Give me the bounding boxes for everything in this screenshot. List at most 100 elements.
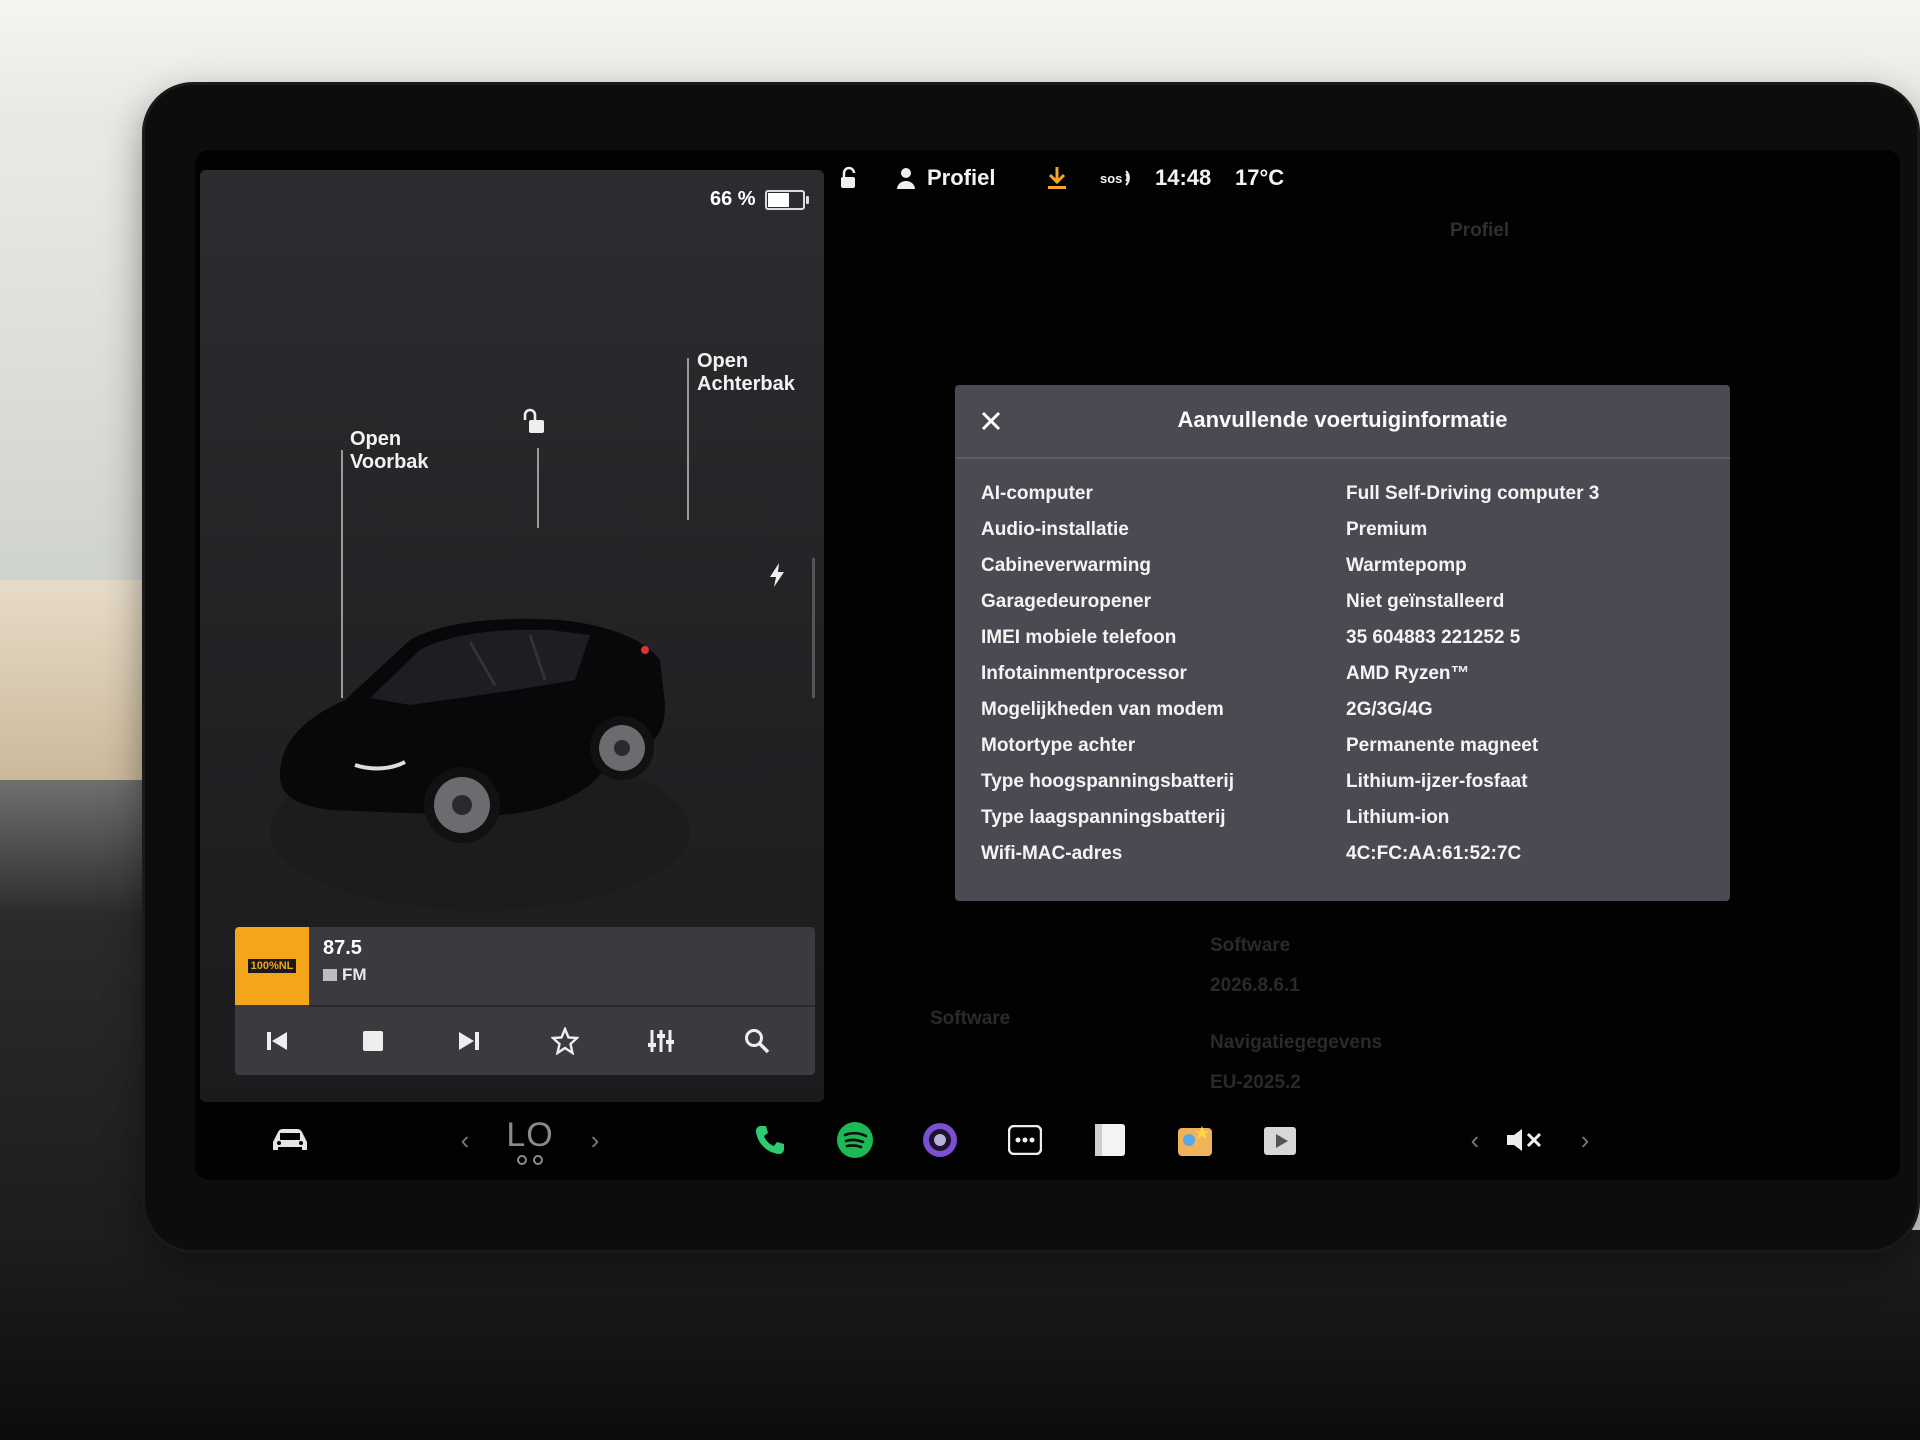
seat-heater-icon <box>517 1154 543 1165</box>
open-trunk-button[interactable]: Open Achterbak <box>697 350 795 396</box>
person-icon <box>897 168 915 189</box>
info-label: Type laagspanningsbatterij <box>981 807 1226 828</box>
previous-button[interactable] <box>257 1021 297 1061</box>
camera-button[interactable] <box>915 1110 965 1170</box>
notes-button[interactable] <box>1085 1110 1135 1170</box>
info-row: Garagedeuropener Niet geïnstalleerd <box>981 591 1711 621</box>
info-row: Audio-installatie Premium <box>981 519 1711 549</box>
info-row: AI-computer Full Self-Driving computer 3 <box>981 483 1711 513</box>
climate-decrease-button[interactable]: ‹ <box>450 1110 480 1170</box>
climate-temp: LO <box>506 1115 554 1154</box>
search-button[interactable] <box>737 1021 777 1061</box>
info-label: Garagedeuropener <box>981 591 1151 612</box>
volume-increase-button[interactable]: › <box>1570 1110 1600 1170</box>
trunk-pointer-line <box>687 358 689 520</box>
vehicle-info-dialog: Aanvullende voertuiginformatie AI-comput… <box>955 385 1730 901</box>
battery-percent: 66 % <box>710 188 756 210</box>
toybox-button[interactable] <box>1170 1110 1220 1170</box>
info-label: IMEI mobiele telefoon <box>981 627 1177 648</box>
favorite-button[interactable] <box>545 1021 585 1061</box>
next-button[interactable] <box>449 1021 489 1061</box>
more-apps-button[interactable] <box>1000 1110 1050 1170</box>
ghost-profile-label: Profiel <box>1450 220 1510 241</box>
lock-pointer-line <box>537 448 539 528</box>
info-value: 35 604883 221252 5 <box>1346 627 1521 648</box>
media-divider <box>309 1005 815 1007</box>
station-logo[interactable]: 100%NL <box>235 927 309 1005</box>
phone-button[interactable] <box>745 1110 795 1170</box>
info-label: Type hoogspanningsbatterij <box>981 771 1234 792</box>
info-row: Type laagspanningsbatterij Lithium-ion <box>981 807 1711 837</box>
media-player[interactable]: 100%NL 87.5 FM <box>235 927 815 1075</box>
profile-button[interactable]: Profiel <box>895 158 995 198</box>
stop-icon <box>363 1031 383 1051</box>
spotify-button[interactable] <box>830 1110 880 1170</box>
info-label: Cabineverwarming <box>981 555 1151 576</box>
battery-fill <box>768 193 789 207</box>
frunk-label-line2: Voorbak <box>350 451 429 473</box>
unlock-icon[interactable] <box>520 406 550 441</box>
signal-icon <box>1125 170 1131 186</box>
touchscreen: Profiel Software 2026.8.6.1 Navigatiegeg… <box>195 150 1900 1180</box>
sos-indicator[interactable]: sos <box>1100 158 1138 198</box>
info-label: Motortype achter <box>981 735 1136 756</box>
info-row: Motortype achter Permanente magneet <box>981 735 1711 765</box>
info-label: Mogelijkheden van modem <box>981 699 1224 720</box>
trunk-label-line1: Open <box>697 350 749 372</box>
info-value: Lithium-ion <box>1346 807 1450 828</box>
info-value: 2G/3G/4G <box>1346 699 1433 720</box>
info-row: Cabineverwarming Warmtepomp <box>981 555 1711 585</box>
info-value: Permanente magneet <box>1346 735 1539 756</box>
equalizer-icon <box>648 1030 674 1052</box>
info-value: Warmtepomp <box>1346 555 1467 576</box>
info-value: Niet geïnstalleerd <box>1346 591 1505 612</box>
battery-icon <box>765 190 809 210</box>
open-frunk-button[interactable]: Open Voorbak <box>350 428 429 474</box>
info-row: Mogelijkheden van modem 2G/3G/4G <box>981 699 1711 729</box>
info-label: Infotainmentprocessor <box>981 663 1187 684</box>
climate-increase-button[interactable]: › <box>580 1110 610 1170</box>
info-value: AMD Ryzen™ <box>1346 663 1470 684</box>
sos-label: sos <box>1100 170 1123 186</box>
stop-button[interactable] <box>353 1021 393 1061</box>
toybox-icon <box>1178 1126 1212 1156</box>
mute-icon <box>1507 1129 1542 1151</box>
dialog-title: Aanvullende voertuiginformatie <box>1177 407 1508 432</box>
car-illustration <box>270 618 690 910</box>
equalizer-button[interactable] <box>641 1021 681 1061</box>
phone-icon <box>756 1126 784 1154</box>
info-value: 4C:FC:AA:61:52:7C <box>1346 843 1522 864</box>
ghost-nav-heading: Navigatiegegevens <box>1210 1032 1383 1053</box>
info-value: Full Self-Driving computer 3 <box>1346 483 1600 504</box>
download-icon[interactable] <box>1045 158 1069 198</box>
next-icon <box>459 1032 479 1050</box>
center-console <box>0 1230 1920 1440</box>
info-label: AI-computer <box>981 483 1093 504</box>
band-label: FM <box>342 965 367 984</box>
volume-mute-button[interactable] <box>1500 1110 1550 1170</box>
theater-icon <box>1264 1127 1296 1155</box>
previous-icon <box>267 1032 287 1050</box>
theater-button[interactable] <box>1255 1110 1305 1170</box>
volume-decrease-button[interactable]: ‹ <box>1460 1110 1490 1170</box>
dialog-divider <box>955 457 1730 459</box>
lock-status-icon[interactable] <box>835 158 861 198</box>
car-icon <box>273 1129 307 1150</box>
info-row: Wifi-MAC-adres 4C:FC:AA:61:52:7C <box>981 843 1711 873</box>
station-logo-text: 100%NL <box>247 959 297 973</box>
bottom-dock: ‹ LO › ‹ › <box>195 1110 1900 1180</box>
info-row: Infotainmentprocessor AMD Ryzen™ <box>981 663 1711 693</box>
station-frequency: 87.5 <box>323 937 362 959</box>
trunk-label-line2: Achterbak <box>697 373 795 395</box>
charge-port-icon[interactable] <box>767 562 787 593</box>
ghost-software-heading: Software <box>1210 935 1291 956</box>
car-button[interactable] <box>265 1110 315 1170</box>
info-value: Lithium-ijzer-fosfaat <box>1346 771 1528 792</box>
ghost-menu-software[interactable]: Software <box>930 1008 1010 1030</box>
info-value: Premium <box>1346 519 1428 540</box>
climate-control[interactable]: LO <box>500 1110 560 1170</box>
panel-scrollbar[interactable] <box>812 558 815 698</box>
frunk-label-line1: Open <box>350 428 402 450</box>
ghost-nav-version: EU-2025.2 <box>1210 1072 1301 1093</box>
camera-icon <box>923 1123 957 1157</box>
